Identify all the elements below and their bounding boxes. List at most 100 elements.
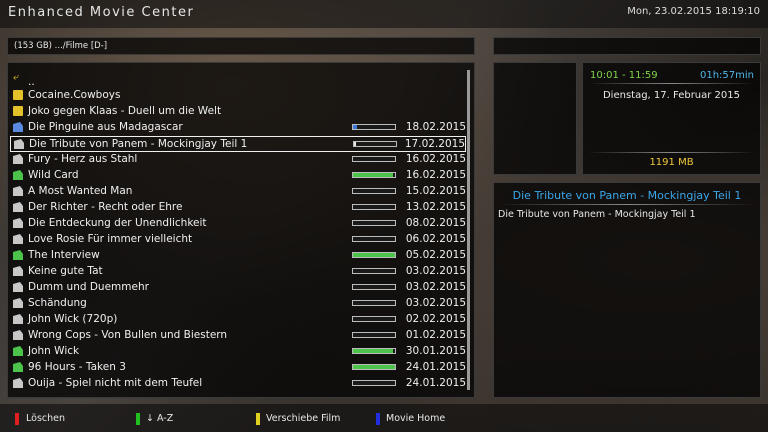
item-name: Joko gegen Klaas - Duell um die Welt (28, 105, 222, 117)
delete-button[interactable]: Löschen (26, 413, 65, 424)
movie-icon (13, 170, 23, 180)
movie-icon (13, 122, 23, 132)
cover-thumbnail (493, 62, 577, 175)
movie-row[interactable]: Ouija - Spiel nicht mit dem Teufel 24.01.… (10, 376, 466, 392)
movie-icon (13, 378, 23, 388)
movie-row[interactable]: Die Tribute von Panem - Mockingjay Teil … (10, 136, 466, 152)
sort-button[interactable]: ↓ A-Z (146, 413, 173, 424)
movie-row[interactable]: 96 Hours - Taken 3 24.01.2015 (10, 360, 466, 376)
movie-row[interactable]: Wild Card 16.02.2015 (10, 168, 466, 184)
watch-progress-fill (353, 349, 393, 353)
movie-row[interactable]: Schändung 03.02.2015 (10, 296, 466, 312)
movie-icon (13, 282, 23, 292)
info-top-panel (493, 37, 761, 55)
description-text: Die Tribute von Panem - Mockingjay Teil … (498, 209, 696, 220)
clock: Mon, 23.02.2015 18:19:10 (627, 6, 760, 17)
watch-progress-bar (352, 172, 396, 178)
item-name: Wrong Cops - Von Bullen und Biestern (28, 329, 228, 341)
folder-row[interactable]: Joko gegen Klaas - Duell um die Welt (10, 104, 466, 120)
item-date: 06.02.2015 (405, 233, 466, 245)
item-date: 01.02.2015 (405, 329, 466, 341)
watch-progress-bar (352, 204, 396, 210)
duration: 01h:57min (699, 70, 754, 81)
item-name: A Most Wanted Man (28, 185, 133, 197)
movie-row[interactable]: Keine gute Tat 03.02.2015 (10, 264, 466, 280)
movie-icon (13, 154, 23, 164)
movie-row[interactable]: Wrong Cops - Von Bullen und Biestern 01.0… (10, 328, 466, 344)
movie-row[interactable]: The Interview 05.02.2015 (10, 248, 466, 264)
movie-row[interactable]: Die Pinguine aus Madagascar 18.02.2015 (10, 120, 466, 136)
item-name: John Wick (28, 345, 80, 357)
watch-progress-bar (352, 284, 396, 290)
watch-progress-bar (352, 124, 396, 130)
list-scrollbar[interactable] (467, 70, 470, 390)
item-name: The Interview (28, 249, 100, 261)
watch-progress-bar (352, 380, 396, 386)
movie-icon (13, 266, 23, 276)
item-name: Fury - Herz aus Stahl (28, 153, 138, 165)
time-range: 10:01 - 11:59 (590, 70, 658, 81)
movie-icon (13, 346, 23, 356)
watch-progress-bar (352, 348, 396, 354)
movie-icon (13, 234, 23, 244)
watch-progress-bar (352, 188, 396, 194)
item-date: 13.02.2015 (405, 201, 466, 213)
movie-row[interactable]: Die Entdeckung der Unendlichkeit 08.02.20… (10, 216, 466, 232)
divider (587, 152, 756, 153)
movie-row[interactable]: John Wick (720p) 02.02.2015 (10, 312, 466, 328)
move-film-button[interactable]: Verschiebe Film (266, 413, 340, 424)
item-date: 18.02.2015 (405, 121, 466, 133)
item-date: 05.02.2015 (405, 249, 466, 261)
folder-row[interactable]: Cocaine.Cowboys (10, 88, 466, 104)
watch-progress-fill (353, 125, 358, 129)
parent-folder-row[interactable]: ⤶.. (10, 72, 466, 88)
watch-progress-fill (353, 173, 393, 177)
movie-icon (13, 250, 23, 260)
movie-icon (13, 330, 23, 340)
path-bar: (153 GB) .../Filme [D-] (7, 37, 475, 55)
item-date: 16.02.2015 (405, 153, 466, 165)
item-name: 96 Hours - Taken 3 (28, 361, 126, 373)
item-name: Der Richter - Recht oder Ehre (28, 201, 183, 213)
item-date: 03.02.2015 (405, 265, 466, 277)
watch-progress-bar (352, 252, 396, 258)
item-date: 15.02.2015 (405, 185, 466, 197)
green-key-icon (136, 413, 140, 425)
item-name: .. (28, 76, 35, 88)
movie-row[interactable]: Der Richter - Recht oder Ehre 13.02.2015 (10, 200, 466, 216)
movie-row[interactable]: A Most Wanted Man 15.02.2015 (10, 184, 466, 200)
movie-row[interactable]: Fury - Herz aus Stahl 16.02.2015 (10, 152, 466, 168)
movie-row[interactable]: Dumm und Duemmehr 03.02.2015 (10, 280, 466, 296)
item-name: Die Tribute von Panem - Mockingjay Teil … (29, 138, 248, 150)
movie-row[interactable]: John Wick 30.01.2015 (10, 344, 466, 360)
watch-progress-bar (353, 141, 397, 147)
folder-icon (13, 90, 23, 100)
item-name: Die Entdeckung der Unendlichkeit (28, 217, 207, 229)
movie-icon (13, 186, 23, 196)
movie-home-button[interactable]: Movie Home (386, 413, 445, 424)
parent-folder-icon: ⤶ (13, 72, 19, 83)
watch-progress-bar (352, 332, 396, 338)
item-name: Wild Card (28, 169, 79, 181)
item-name: Cocaine.Cowboys (28, 89, 121, 101)
watch-progress-fill (354, 142, 356, 146)
movie-icon (14, 139, 24, 149)
movie-icon (13, 298, 23, 308)
item-date: 03.02.2015 (405, 281, 466, 293)
item-name: Die Pinguine aus Madagascar (28, 121, 183, 133)
folder-icon (13, 106, 23, 116)
description-title: Die Tribute von Panem - Mockingjay Teil … (512, 189, 742, 202)
button-bar: Löschen ↓ A-Z Verschiebe Film Movie Home (0, 404, 768, 432)
item-name: Love Rosie Für immer vielleicht (28, 233, 193, 245)
item-name: Schändung (28, 297, 87, 309)
file-size: 1191 MB (649, 157, 694, 168)
item-date: 16.02.2015 (405, 169, 466, 181)
item-name: John Wick (720p) (28, 313, 118, 325)
divider (498, 204, 756, 205)
movie-icon (13, 202, 23, 212)
item-name: Keine gute Tat (28, 265, 103, 277)
item-date: 02.02.2015 (405, 313, 466, 325)
recording-date: Dienstag, 17. Februar 2015 (602, 90, 741, 101)
watch-progress-fill (353, 253, 395, 257)
movie-row[interactable]: Love Rosie Für immer vielleicht 06.02.201… (10, 232, 466, 248)
